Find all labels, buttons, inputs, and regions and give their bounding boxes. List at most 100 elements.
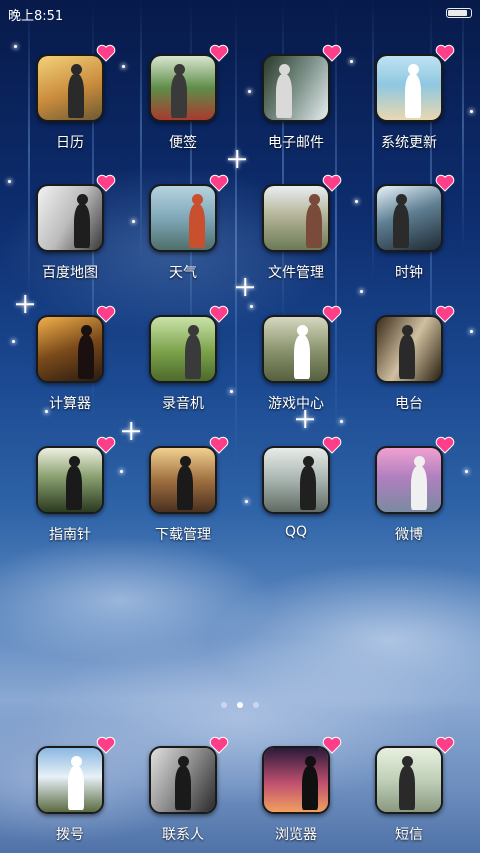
app-browser[interactable]: 浏览器 xyxy=(246,736,346,853)
heart-icon xyxy=(435,736,455,754)
photo-figure xyxy=(399,766,415,810)
heart-icon xyxy=(435,44,455,62)
icon-photo xyxy=(377,186,441,250)
calculator-photo-icon xyxy=(36,315,104,383)
app-messages[interactable]: 短信 xyxy=(359,736,459,853)
game-center-photo-icon xyxy=(262,315,330,383)
heart-icon xyxy=(96,44,116,62)
app-weather[interactable]: 天气 xyxy=(133,174,233,294)
photo-figure xyxy=(66,466,82,510)
photo-figure-head xyxy=(81,325,92,336)
wallpaper-star xyxy=(350,60,353,63)
page-dot[interactable] xyxy=(221,702,227,708)
wallpaper-streak xyxy=(235,0,237,470)
photo-figure xyxy=(276,74,292,118)
wallpaper-star xyxy=(14,45,17,48)
photo-figure-head xyxy=(408,64,419,75)
app-label: 联系人 xyxy=(162,827,204,843)
heart-icon xyxy=(96,174,116,192)
wallpaper-star xyxy=(120,470,123,473)
photo-figure xyxy=(74,204,90,248)
app-compass[interactable]: 指南针 xyxy=(20,436,120,556)
email-photo-icon xyxy=(262,54,330,122)
heart-icon xyxy=(435,174,455,192)
app-label: 录音机 xyxy=(162,396,204,412)
page-dot[interactable] xyxy=(253,702,259,708)
app-calendar[interactable]: 日历 xyxy=(20,44,120,164)
app-label: 浏览器 xyxy=(275,827,317,843)
app-dialer[interactable]: 拨号 xyxy=(20,736,120,853)
app-radio[interactable]: 电台 xyxy=(359,305,459,425)
status-time: 晚上8:51 xyxy=(8,9,64,24)
weather-photo-icon xyxy=(149,184,217,252)
app-game-center[interactable]: 游戏中心 xyxy=(246,305,346,425)
heart-icon xyxy=(322,736,342,754)
photo-figure xyxy=(68,766,84,810)
icon-photo xyxy=(151,56,215,120)
photo-figure-head xyxy=(71,64,82,75)
app-files[interactable]: 文件管理 xyxy=(246,174,346,294)
photo-figure xyxy=(411,466,427,510)
app-label: 电台 xyxy=(395,396,423,412)
photo-figure-head xyxy=(77,194,88,205)
heart-icon xyxy=(322,436,342,454)
messages-photo-icon xyxy=(375,746,443,814)
wallpaper-sparkle xyxy=(16,295,34,313)
icon-photo xyxy=(264,56,328,120)
dialer-photo-icon xyxy=(36,746,104,814)
photo-figure xyxy=(185,335,201,379)
battery-icon xyxy=(446,8,472,18)
app-notes[interactable]: 便签 xyxy=(133,44,233,164)
photo-figure-head xyxy=(309,194,320,205)
photo-figure-head xyxy=(174,64,185,75)
photo-figure-head xyxy=(414,456,425,467)
contacts-photo-icon xyxy=(149,746,217,814)
app-contacts[interactable]: 联系人 xyxy=(133,736,233,853)
notes-photo-icon xyxy=(149,54,217,122)
photo-figure-head xyxy=(180,456,191,467)
icon-photo xyxy=(151,448,215,512)
icon-photo xyxy=(38,317,102,381)
icon-photo xyxy=(38,748,102,812)
wallpaper-star xyxy=(465,470,468,473)
icon-photo xyxy=(264,186,328,250)
app-label: 百度地图 xyxy=(42,265,98,281)
photo-figure xyxy=(300,466,316,510)
browser-photo-icon xyxy=(262,746,330,814)
photo-figure-head xyxy=(303,456,314,467)
app-update[interactable]: 系统更新 xyxy=(359,44,459,164)
app-label: 指南针 xyxy=(49,527,91,543)
photo-figure-head xyxy=(279,64,290,75)
battery-level xyxy=(448,10,467,16)
heart-icon xyxy=(322,174,342,192)
photo-figure-head xyxy=(396,194,407,205)
photo-figure-head xyxy=(192,194,203,205)
photo-figure xyxy=(78,335,94,379)
page-dot[interactable] xyxy=(237,702,243,708)
photo-figure xyxy=(306,204,322,248)
heart-icon xyxy=(96,305,116,323)
app-calculator[interactable]: 计算器 xyxy=(20,305,120,425)
app-recorder[interactable]: 录音机 xyxy=(133,305,233,425)
app-qq[interactable]: QQ xyxy=(246,436,346,556)
page-indicator[interactable] xyxy=(0,702,480,710)
app-email[interactable]: 电子邮件 xyxy=(246,44,346,164)
app-label: 计算器 xyxy=(49,396,91,412)
app-label: 系统更新 xyxy=(381,135,437,151)
app-label: 日历 xyxy=(56,135,84,151)
heart-icon xyxy=(209,736,229,754)
app-downloads[interactable]: 下载管理 xyxy=(133,436,233,556)
app-label: 文件管理 xyxy=(268,265,324,281)
icon-photo xyxy=(377,56,441,120)
heart-icon xyxy=(322,305,342,323)
app-clock[interactable]: 时钟 xyxy=(359,174,459,294)
heart-icon xyxy=(96,736,116,754)
map-photo-icon xyxy=(36,184,104,252)
photo-figure xyxy=(393,204,409,248)
app-label: 电子邮件 xyxy=(268,135,324,151)
calendar-photo-icon xyxy=(36,54,104,122)
app-map[interactable]: 百度地图 xyxy=(20,174,120,294)
wallpaper-star xyxy=(250,305,253,308)
app-weibo[interactable]: 微博 xyxy=(359,436,459,556)
icon-photo xyxy=(377,317,441,381)
